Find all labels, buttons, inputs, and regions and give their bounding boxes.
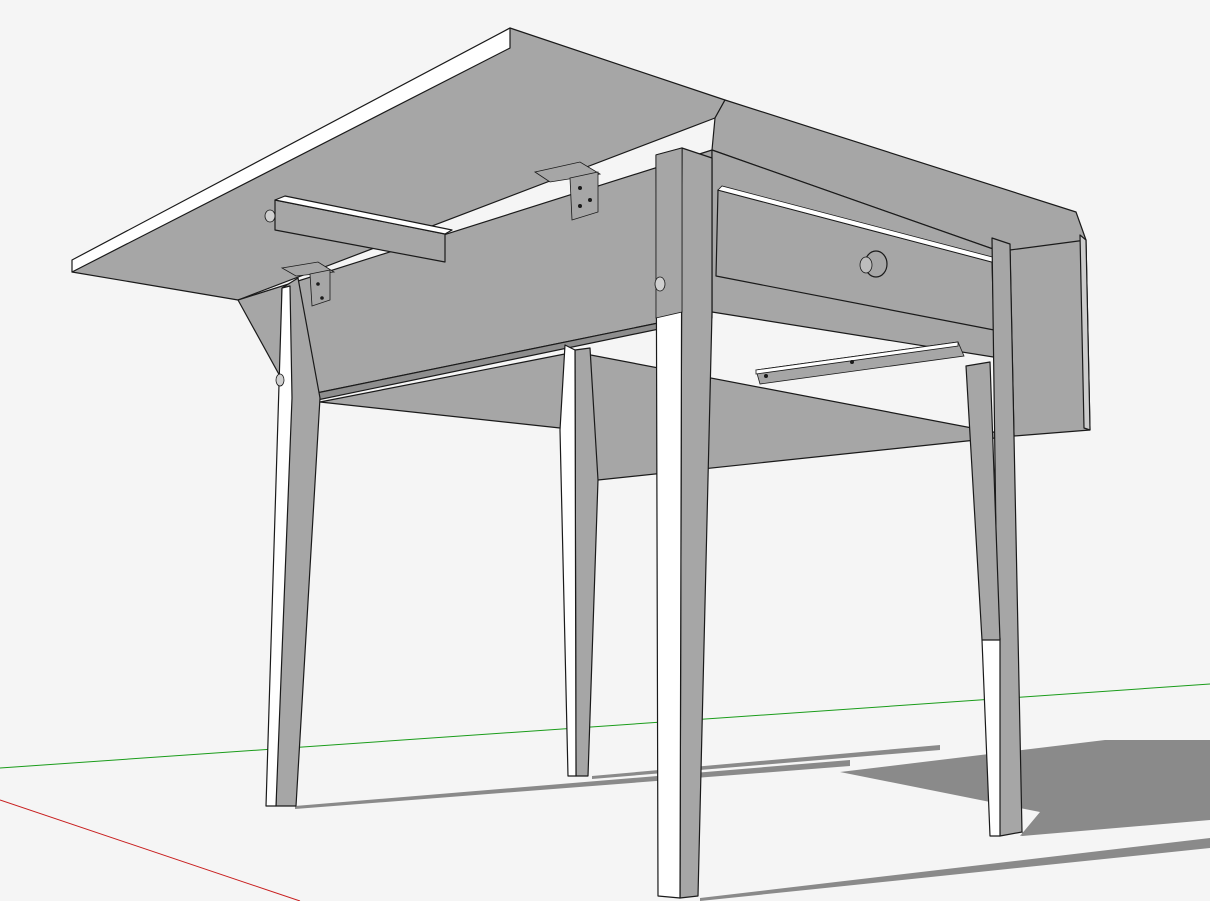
drawer-runner	[755, 341, 965, 385]
ground-shadow	[295, 740, 1210, 901]
hinge-leaf	[569, 171, 599, 221]
red-axis	[0, 799, 301, 901]
leg-shadow	[700, 838, 1210, 901]
peg-icon	[275, 373, 285, 387]
model-canvas[interactable]	[0, 0, 1210, 901]
knob-rosette	[859, 256, 873, 274]
knob-icon	[264, 209, 276, 223]
peg-icon	[654, 276, 666, 292]
leg-back-left[interactable]	[559, 344, 599, 777]
drop-leaf-right[interactable]	[1009, 239, 1091, 437]
leg-front-right[interactable]	[654, 147, 713, 899]
model-viewport[interactable]	[0, 0, 1210, 901]
hinge-leaf	[309, 269, 331, 307]
